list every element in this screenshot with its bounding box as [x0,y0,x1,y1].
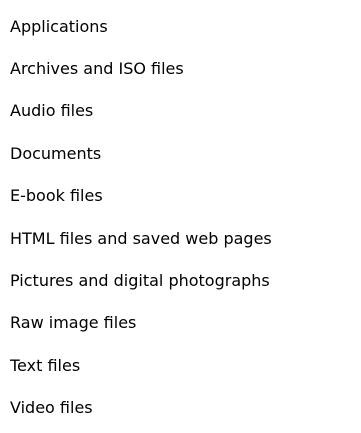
menu-item-label: HTML files and saved web pages [10,228,272,248]
menu-item-video-files[interactable]: Video files [0,387,361,429]
menu-item-label: Text files [10,355,81,375]
menu-item-documents[interactable]: Documents [0,132,361,174]
menu-item-label: E-book files [10,186,103,206]
menu-item-audio-files[interactable]: Audio files [0,90,361,132]
menu-item-label: Audio files [10,101,94,121]
file-type-menu: Applications Archives and ISO files Audi… [0,0,361,433]
menu-item-html-files[interactable]: HTML files and saved web pages [0,217,361,259]
menu-item-label: Video files [10,398,93,418]
menu-item-label: Documents [10,143,102,163]
menu-item-label: Raw image files [10,313,137,333]
menu-item-applications[interactable]: Applications [0,5,361,47]
menu-item-text-files[interactable]: Text files [0,344,361,386]
menu-item-label: Applications [10,16,108,36]
menu-item-ebook-files[interactable]: E-book files [0,175,361,217]
menu-item-pictures[interactable]: Pictures and digital photographs [0,259,361,301]
menu-item-label: Pictures and digital photographs [10,271,270,291]
menu-item-raw-image-files[interactable]: Raw image files [0,302,361,344]
menu-item-archives-iso[interactable]: Archives and ISO files [0,47,361,89]
menu-item-label: Archives and ISO files [10,59,184,79]
